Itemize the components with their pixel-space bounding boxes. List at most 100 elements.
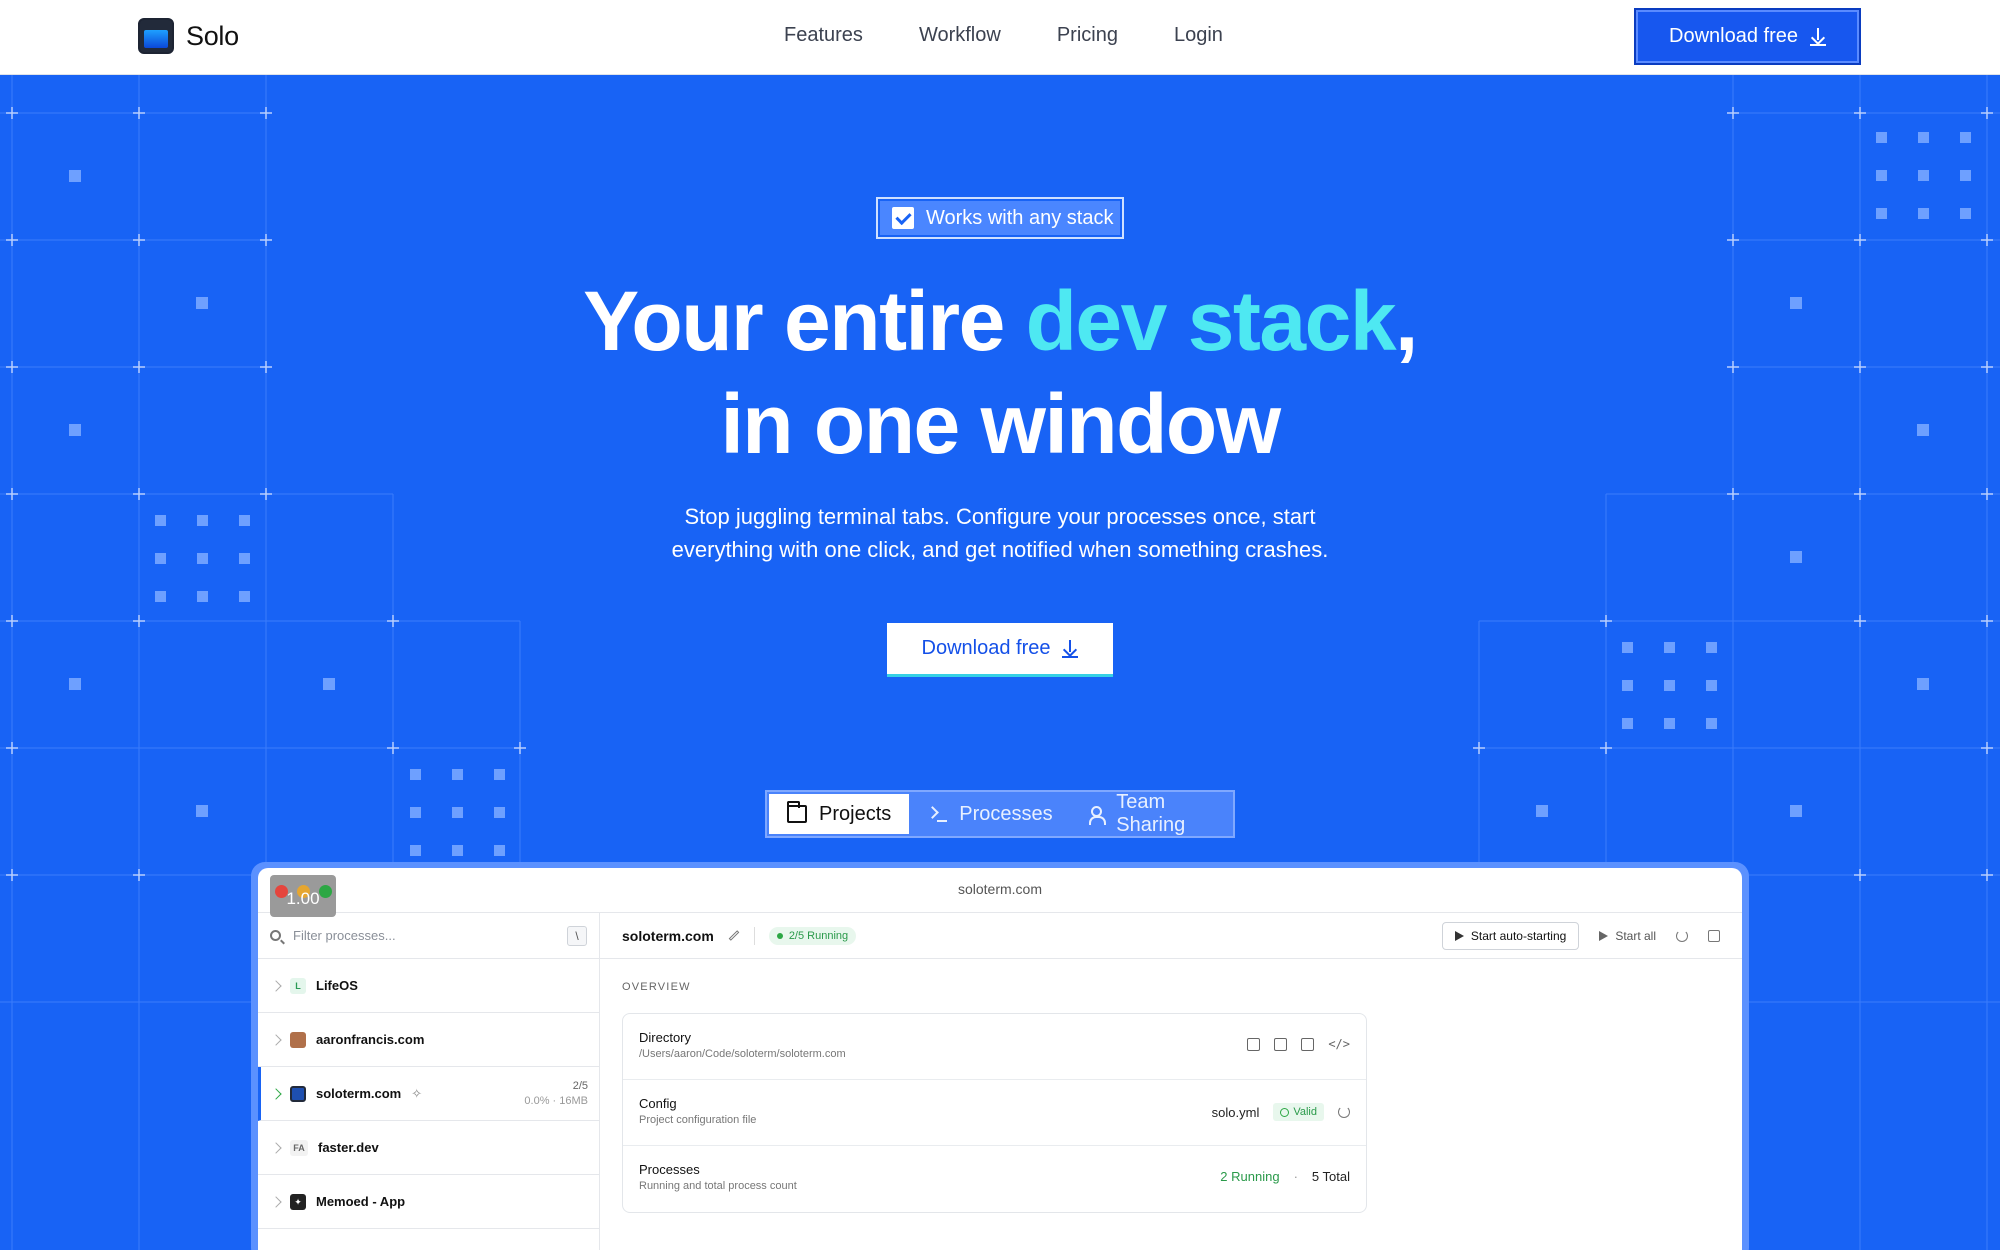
top-nav: Solo Features Workflow Pricing Login Dow… [0, 0, 2000, 75]
check-circle-icon [1280, 1107, 1290, 1117]
nav-link-features[interactable]: Features [784, 24, 863, 47]
overview-heading: OVERVIEW [622, 981, 691, 993]
nav-download-button[interactable]: Download free [1634, 8, 1861, 65]
search-icon [270, 930, 281, 941]
headline-accent: dev stack [1025, 274, 1397, 368]
resource-usage: 0.0% · 16MB [524, 1095, 588, 1107]
status-text: 2/5 Running [788, 929, 849, 942]
sparkle-icon: ✧ [411, 1085, 423, 1101]
chevron-right-icon[interactable] [270, 1141, 282, 1154]
divider [753, 926, 755, 945]
total-count: 5 Total [1311, 1169, 1350, 1184]
users-icon [1088, 805, 1106, 825]
project-item-aaronfrancis[interactable]: aaronfrancis.com [258, 1013, 599, 1067]
hero-subtitle: Stop juggling terminal tabs. Configure y… [640, 500, 1360, 566]
overview-card: Directory /Users/aaron/Code/soloterm/sol… [622, 1013, 1367, 1213]
download-icon [1809, 27, 1826, 46]
brand-logo[interactable]: Solo [138, 18, 239, 54]
headline-part2: , [1395, 274, 1418, 368]
subtitle-line2: everything with one click, and get notif… [671, 537, 1329, 562]
config-file: solo.yml [1211, 1104, 1260, 1120]
project-item-faster-dev[interactable]: FA faster.dev [258, 1121, 599, 1175]
project-stats: 2/5 0.0% · 16MB [524, 1079, 588, 1109]
project-name: faster.dev [318, 1140, 379, 1155]
project-name: aaronfrancis.com [316, 1032, 425, 1047]
folder-icon[interactable] [1274, 1037, 1288, 1051]
project-item-memoed[interactable]: ✦ Memoed - App [258, 1175, 599, 1229]
chevron-right-icon[interactable] [270, 1195, 282, 1208]
terminal-icon [927, 805, 948, 823]
project-icon: ✦ [290, 1193, 306, 1210]
pencil-icon[interactable] [728, 930, 740, 941]
checkbox-icon [892, 207, 914, 229]
window-titlebar: 1.00 soloterm.com [258, 868, 1742, 917]
headline-part1: Your entire [583, 274, 1026, 368]
tab-team-sharing[interactable]: Team Sharing [1071, 791, 1231, 836]
project-detail: soloterm.com 2/5 Running Start auto-star… [600, 913, 1742, 1250]
nav-link-workflow[interactable]: Workflow [919, 24, 1001, 47]
nav-link-login[interactable]: Login [1174, 24, 1223, 47]
chevron-right-icon[interactable] [270, 1033, 282, 1046]
directory-actions: </> [1247, 1037, 1350, 1051]
hero-download-label: Download free [921, 637, 1051, 659]
config-row: Config Project configuration file solo.y… [623, 1080, 1366, 1146]
brand-name: Solo [186, 20, 239, 51]
subtitle-line1: Stop juggling terminal tabs. Configure y… [684, 504, 1316, 529]
tab-label: Team Sharing [1116, 791, 1186, 836]
chevron-right-icon[interactable] [270, 979, 282, 992]
directory-title: Directory [639, 1030, 692, 1045]
directory-path: /Users/aaron/Code/soloterm/soloterm.com [639, 1048, 846, 1060]
valid-badge: Valid [1273, 1103, 1324, 1121]
processes-counts: 2 Running · 5 Total [1220, 1169, 1350, 1184]
nav-download-label: Download free [1669, 25, 1798, 47]
status-dot-icon [776, 932, 783, 939]
project-name: soloterm.com [316, 1086, 402, 1101]
copy-icon[interactable] [1247, 1037, 1261, 1051]
project-name: LifeOS [316, 978, 358, 993]
filter-bar[interactable]: Filter processes... \ [258, 913, 599, 959]
window-title: soloterm.com [957, 881, 1043, 897]
processes-row: Processes Running and total process coun… [623, 1146, 1366, 1212]
tab-projects[interactable]: Projects [769, 794, 910, 834]
project-name: Memoed - App [316, 1194, 406, 1209]
avatar-icon [290, 1031, 306, 1048]
start-auto-button[interactable]: Start auto-starting [1441, 922, 1580, 950]
status-badge: 2/5 Running [768, 926, 857, 945]
solo-logo-icon [290, 1085, 306, 1102]
play-icon [1599, 931, 1609, 941]
app-window: 1.00 soloterm.com Filter processes... \ … [258, 868, 1742, 1250]
project-item-lifeos[interactable]: L LifeOS [258, 959, 599, 1013]
badge-label: Works with any stack [926, 206, 1114, 229]
hero-download-button[interactable]: Download free [887, 623, 1113, 677]
stop-icon[interactable] [1708, 930, 1720, 942]
tab-processes[interactable]: Processes [909, 794, 1070, 834]
terminal-icon[interactable] [1301, 1037, 1315, 1051]
filter-shortcut-key: \ [567, 926, 587, 946]
feature-tabs: Projects Processes Team Sharing [765, 790, 1235, 838]
project-item-soloterm[interactable]: soloterm.com ✧ 2/5 0.0% · 16MB [258, 1067, 599, 1121]
start-all-button[interactable]: Start all [1599, 929, 1656, 943]
code-icon[interactable]: </> [1328, 1037, 1350, 1051]
valid-label: Valid [1293, 1106, 1317, 1118]
filter-input[interactable]: Filter processes... [293, 928, 396, 943]
folder-icon [787, 801, 807, 823]
solo-logo-icon [138, 18, 174, 54]
start-all-label: Start all [1615, 929, 1656, 943]
start-auto-label: Start auto-starting [1470, 929, 1567, 943]
project-icon: FA [290, 1139, 308, 1156]
download-icon [1062, 639, 1079, 658]
headline-line2: in one window [720, 377, 1281, 471]
stack-badge: Works with any stack [876, 197, 1124, 239]
chevron-right-icon[interactable] [270, 1087, 282, 1100]
project-header: soloterm.com 2/5 Running Start auto-star… [600, 913, 1742, 959]
play-icon [1454, 931, 1464, 941]
nav-link-pricing[interactable]: Pricing [1057, 24, 1118, 47]
nav-links: Features Workflow Pricing Login [784, 24, 1223, 47]
reload-icon[interactable] [1338, 1106, 1350, 1118]
config-status: solo.yml Valid [1212, 1103, 1350, 1121]
hero-headline: Your entire dev stack, in one window [400, 270, 1600, 476]
process-count: 2/5 [572, 1080, 588, 1092]
running-count: 2 Running [1220, 1169, 1280, 1184]
restart-icon[interactable] [1676, 930, 1688, 942]
separator-dot: · [1293, 1169, 1298, 1184]
